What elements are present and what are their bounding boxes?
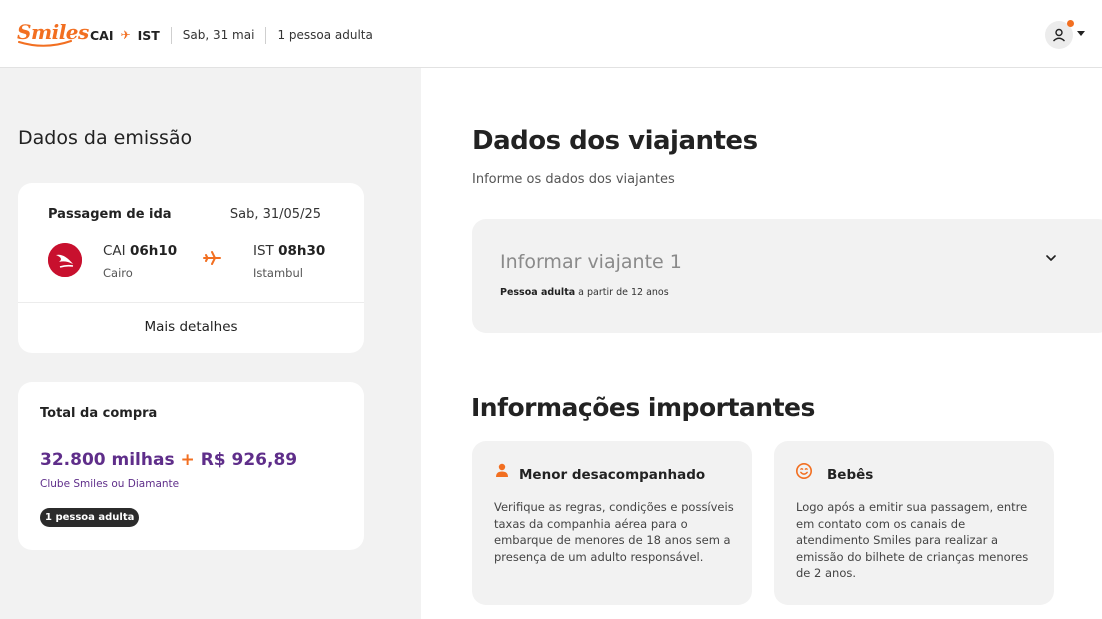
chevron-down-icon[interactable]: [1044, 253, 1058, 263]
travelers-subtitle: Informe os dados dos viajantes: [472, 172, 675, 187]
price-money: R$ 926,89: [200, 450, 298, 470]
arrival-code: IST: [253, 243, 274, 259]
trip-summary: CAI ✈ IST Sab, 31 mai 1 pessoa adulta: [90, 26, 373, 44]
destination-code: IST: [137, 27, 160, 43]
user-icon: [1053, 28, 1065, 42]
baby-face-icon: [795, 462, 813, 480]
info-card-title: Menor desacompanhado: [519, 467, 706, 483]
price-plus: +: [180, 450, 195, 470]
caret-down-icon[interactable]: [1077, 31, 1085, 36]
arrival-time: 08h30: [278, 243, 326, 259]
club-note: Clube Smiles ou Diamante: [40, 478, 180, 490]
passenger-badge: 1 pessoa adulta: [40, 508, 140, 527]
issuance-title: Dados da emissão: [18, 127, 193, 149]
trip-date: Sab, 31 mai: [182, 28, 255, 42]
logo-swoosh-icon: [18, 40, 72, 47]
unaccompanied-minor-card: Menor desacompanhado Verifique as regras…: [472, 441, 752, 605]
top-header: Smiles CAI ✈ IST Sab, 31 mai 1 pessoa ad…: [0, 0, 1102, 68]
traveler-type-note: Pessoa adulta a partir de 12 anos: [500, 287, 669, 298]
departure-info: CAI 06h10: [103, 243, 177, 259]
traveler-type: Pessoa adulta: [500, 287, 576, 298]
total-price: 32.800 milhas + R$ 926,89: [40, 450, 297, 470]
arrival-city: Istambul: [253, 266, 303, 280]
traveler-age-range: a partir de 12 anos: [575, 287, 669, 298]
info-card-text: Logo após a emitir sua passagem, entre e…: [796, 500, 1029, 580]
flight-card-title: Passagem de ida: [48, 207, 172, 222]
info-card-title: Bebês: [827, 467, 874, 483]
departure-time: 06h10: [129, 243, 178, 259]
departure-code: CAI: [103, 243, 126, 259]
divider: [18, 302, 364, 303]
plane-icon: ✈: [120, 28, 131, 42]
notification-dot: [1067, 20, 1074, 27]
divider: [265, 26, 267, 44]
info-card-text: Verifique as regras, condições e possíve…: [494, 500, 734, 564]
travelers-title: Dados dos viajantes: [472, 126, 758, 156]
plane-icon: [203, 251, 221, 265]
important-info-title: Informações importantes: [471, 393, 815, 422]
departure-city: Cairo: [103, 266, 133, 280]
origin-code: CAI: [90, 27, 114, 43]
more-details-button[interactable]: Mais detalhes: [18, 319, 364, 335]
price-miles: 32.800 milhas: [40, 450, 175, 470]
arrival-info: IST 08h30: [253, 243, 325, 259]
person-icon: [496, 463, 508, 477]
divider: [170, 26, 172, 44]
airline-logo-icon: [48, 243, 82, 277]
issuance-panel: Dados da emissão Passagem de ida Sab, 31…: [0, 68, 421, 619]
passenger-count: 1 pessoa adulta: [277, 28, 373, 42]
traveler-1-accordion[interactable]: Informar viajante 1 Pessoa adulta a part…: [472, 219, 1102, 333]
total-title: Total da compra: [40, 406, 158, 421]
traveler-title: Informar viajante 1: [500, 251, 682, 273]
total-card: Total da compra 32.800 milhas + R$ 926,8…: [18, 382, 364, 550]
flight-card: Passagem de ida Sab, 31/05/25 CAI 06h10 …: [18, 183, 364, 353]
flight-date: Sab, 31/05/25: [229, 207, 321, 222]
babies-card: Bebês Logo após a emitir sua passagem, e…: [774, 441, 1054, 605]
